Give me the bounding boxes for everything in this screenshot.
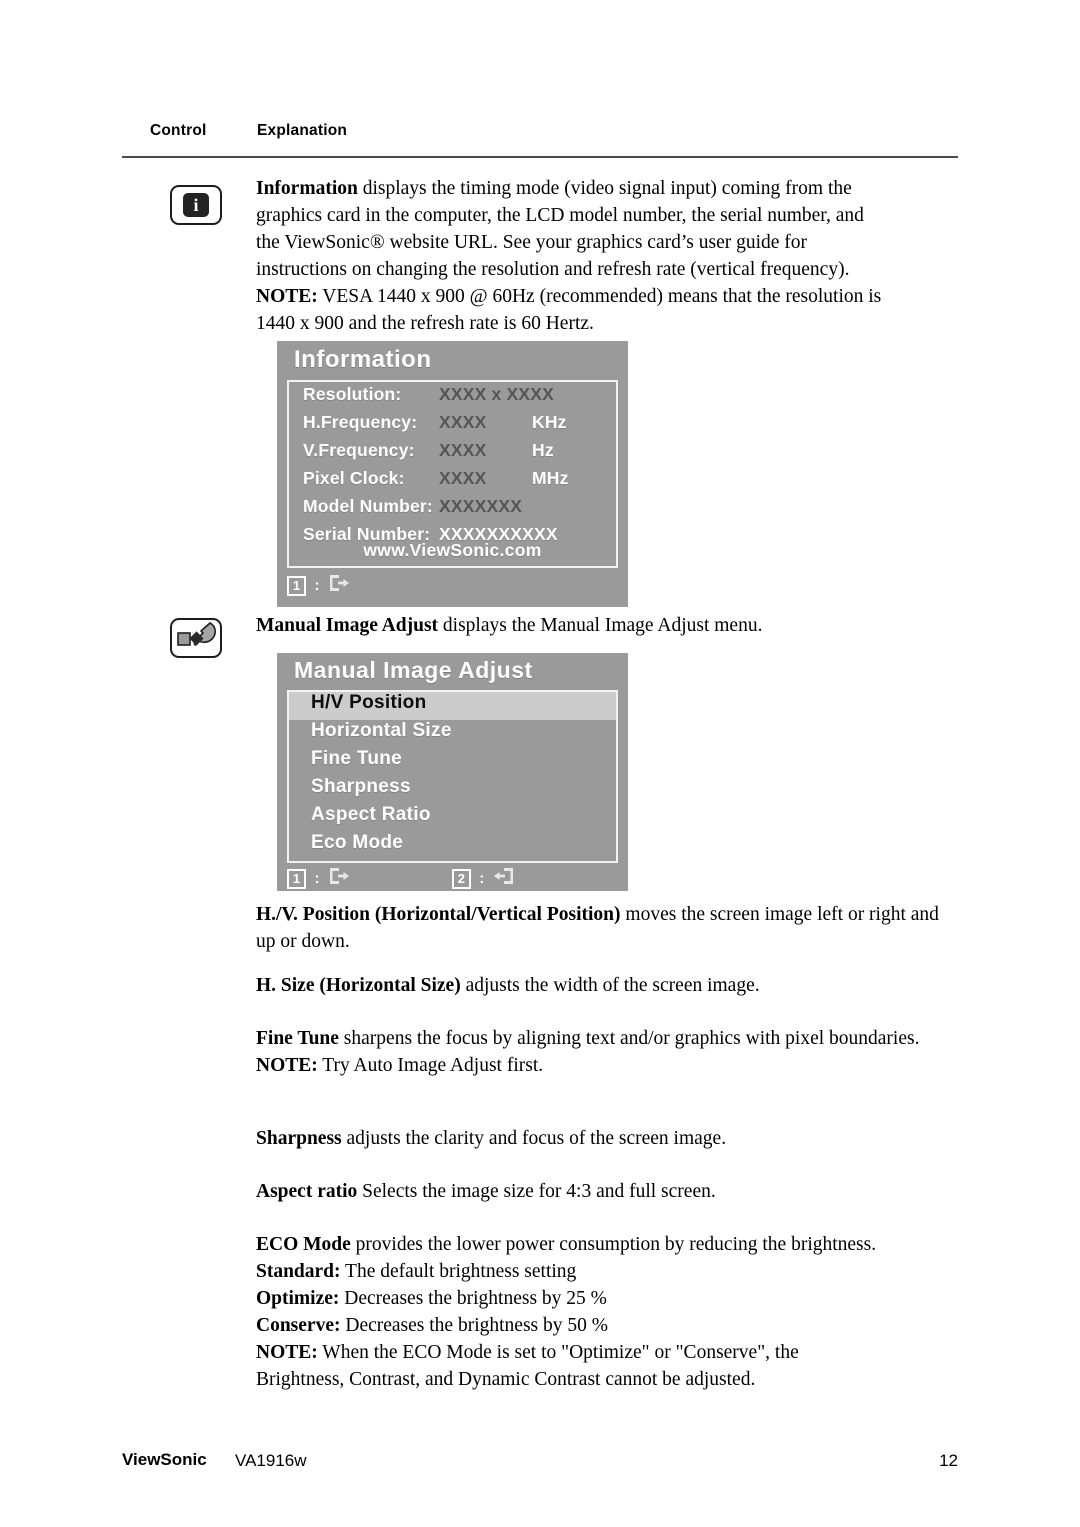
osd-mia-item-sharpness[interactable]: Sharpness — [289, 776, 616, 804]
osd-information-footer: 1 : — [287, 573, 618, 599]
osd-mia-item-aspect-ratio[interactable]: Aspect Ratio — [289, 804, 616, 832]
osd-manual-image-adjust-panel: Manual Image Adjust H/V Position Horizon… — [277, 653, 628, 891]
eco-mode-optimize-lead: Optimize: — [256, 1288, 340, 1309]
osd-row-label: H.Frequency: — [303, 412, 418, 432]
osd-key-separator: : — [314, 577, 320, 594]
osd-row-label: V.Frequency: — [303, 440, 415, 460]
h-size-paragraph: H. Size (Horizontal Size) adjusts the wi… — [256, 972, 962, 999]
eco-mode-optimize-rest: Decreases the brightness by 25 % — [339, 1288, 607, 1309]
fine-tune-note-rest: Try Auto Image Adjust first. — [317, 1055, 544, 1076]
osd-key-separator: : — [314, 870, 320, 887]
hv-position-paragraph: H./V. Position (Horizontal/Vertical Posi… — [256, 901, 962, 955]
osd-key-1[interactable]: 1 — [287, 868, 306, 889]
h-size-bold-lead: H. Size (Horizontal Size) — [256, 975, 461, 996]
osd-key-2[interactable]: 2 — [451, 868, 471, 889]
osd-row-unit: MHz — [532, 468, 569, 488]
fine-tune-line: Fine Tune sharpens the focus by aligning… — [256, 1025, 962, 1052]
exit-right-icon[interactable] — [328, 866, 350, 891]
h-size-rest: adjusts the width of the screen image. — [460, 975, 760, 996]
eco-mode-note-line-1: NOTE: When the ECO Mode is set to "Optim… — [256, 1339, 962, 1366]
enter-left-icon[interactable] — [493, 866, 515, 891]
table-row: H.Frequency: XXXX KHz — [289, 412, 616, 440]
osd-mia-footer: 1 : 2 : — [287, 866, 618, 892]
eco-mode-note-rest-1: When the ECO Mode is set to "Optimize" o… — [317, 1342, 799, 1363]
mia-rest: displays the Manual Image Adjust menu. — [438, 615, 763, 636]
osd-row-value: XXXX x XXXX — [439, 384, 555, 404]
eco-mode-conserve-lead: Conserve: — [256, 1315, 341, 1336]
osd-row-value: XXXXXXX — [439, 496, 523, 516]
header-divider — [122, 156, 958, 158]
fine-tune-rest: sharpens the focus by aligning text and/… — [338, 1028, 920, 1049]
fine-tune-bold-lead: Fine Tune — [256, 1028, 339, 1049]
osd-row-label: Model Number: — [303, 496, 433, 516]
manual-image-adjust-paragraph: Manual Image Adjust displays the Manual … — [256, 612, 962, 639]
table-row: Resolution: XXXX x XXXX — [289, 384, 616, 412]
osd-mia-list: H/V Position Horizontal Size Fine Tune S… — [287, 690, 618, 863]
osd-mia-item-hv-position[interactable]: H/V Position — [289, 692, 616, 720]
eco-mode-standard-line: Standard: The default brightness setting — [256, 1258, 962, 1285]
mia-bold-lead: Manual Image Adjust — [256, 615, 439, 636]
document-page: Control Explanation i Information displa… — [0, 0, 1080, 1527]
information-icon: i — [170, 185, 222, 225]
eco-mode-standard-rest: The default brightness setting — [340, 1261, 577, 1282]
osd-row-unit: KHz — [532, 412, 567, 432]
fine-tune-note-lead: NOTE: — [256, 1055, 318, 1076]
column-header-explanation: Explanation — [257, 122, 348, 139]
fine-tune-note-line: NOTE: Try Auto Image Adjust first. — [256, 1052, 962, 1079]
osd-mia-item-horizontal-size[interactable]: Horizontal Size — [289, 720, 616, 748]
osd-key-separator: : — [479, 870, 485, 887]
sharpness-paragraph: Sharpness adjusts the clarity and focus … — [256, 1125, 962, 1152]
osd-information-panel: Information Resolution: XXXX x XXXX H.Fr… — [277, 341, 628, 607]
osd-row-value: XXXX — [439, 412, 487, 432]
column-header-control: Control — [150, 122, 207, 139]
osd-key-1[interactable]: 1 — [287, 575, 306, 596]
page-number: 12 — [939, 1451, 958, 1470]
sharpness-rest: adjusts the clarity and focus of the scr… — [341, 1128, 727, 1149]
osd-mia-item-fine-tune[interactable]: Fine Tune — [289, 748, 616, 776]
fine-tune-paragraph: Fine Tune sharpens the focus by aligning… — [256, 1025, 962, 1079]
aspect-ratio-rest: Selects the image size for 4:3 and full … — [357, 1181, 716, 1202]
table-row: Pixel Clock: XXXX MHz — [289, 468, 616, 496]
aspect-ratio-bold-lead: Aspect ratio — [256, 1181, 358, 1202]
osd-row-label: Pixel Clock: — [303, 468, 405, 488]
eco-mode-paragraph: ECO Mode provides the lower power consum… — [256, 1231, 962, 1393]
page-footer: ViewSonic VA1916w 12 — [122, 1450, 958, 1476]
osd-information-body: Resolution: XXXX x XXXX H.Frequency: XXX… — [287, 380, 618, 568]
osd-row-label: Resolution: — [303, 384, 402, 404]
osd-mia-title: Manual Image Adjust — [294, 657, 533, 683]
information-icon-glyph: i — [183, 193, 209, 217]
eco-mode-conserve-line: Conserve: Decreases the brightness by 50… — [256, 1312, 962, 1339]
aspect-ratio-paragraph: Aspect ratio Selects the image size for … — [256, 1178, 962, 1205]
osd-information-title: Information — [294, 346, 432, 373]
information-bold-lead: Information — [256, 178, 358, 199]
eco-mode-rest: provides the lower power consumption by … — [350, 1234, 877, 1255]
osd-mia-item-eco-mode[interactable]: Eco Mode — [289, 832, 616, 860]
eco-mode-standard-lead: Standard: — [256, 1261, 341, 1282]
table-row: V.Frequency: XXXX Hz — [289, 440, 616, 468]
table-row: Model Number: XXXXXXX — [289, 496, 616, 524]
eco-mode-bold-lead: ECO Mode — [256, 1234, 351, 1255]
eco-mode-note-line-2: Brightness, Contrast, and Dynamic Contra… — [256, 1369, 756, 1390]
information-paragraph-text: displays the timing mode (video signal i… — [256, 178, 882, 334]
footer-brand: ViewSonic — [122, 1450, 207, 1469]
osd-row-unit: Hz — [532, 440, 554, 460]
wrench-icon — [170, 618, 222, 658]
column-header: Control Explanation — [122, 122, 958, 148]
osd-row-value: XXXX — [439, 468, 487, 488]
hv-position-bold-lead: H./V. Position (Horizontal/Vertical Posi… — [256, 904, 621, 925]
osd-row-value: XXXX — [439, 440, 487, 460]
eco-mode-conserve-rest: Decreases the brightness by 50 % — [340, 1315, 608, 1336]
footer-model: VA1916w — [235, 1451, 307, 1470]
wrench-icon-glyph — [177, 622, 216, 646]
osd-information-url: www.ViewSonic.com — [363, 540, 542, 560]
eco-mode-optimize-line: Optimize: Decreases the brightness by 25… — [256, 1285, 962, 1312]
information-paragraph: Information displays the timing mode (vi… — [256, 175, 962, 337]
exit-right-icon[interactable] — [328, 573, 350, 598]
sharpness-bold-lead: Sharpness — [256, 1128, 342, 1149]
information-note-lead: NOTE: — [256, 286, 318, 307]
eco-mode-note-lead: NOTE: — [256, 1342, 318, 1363]
eco-mode-line: ECO Mode provides the lower power consum… — [256, 1231, 962, 1258]
